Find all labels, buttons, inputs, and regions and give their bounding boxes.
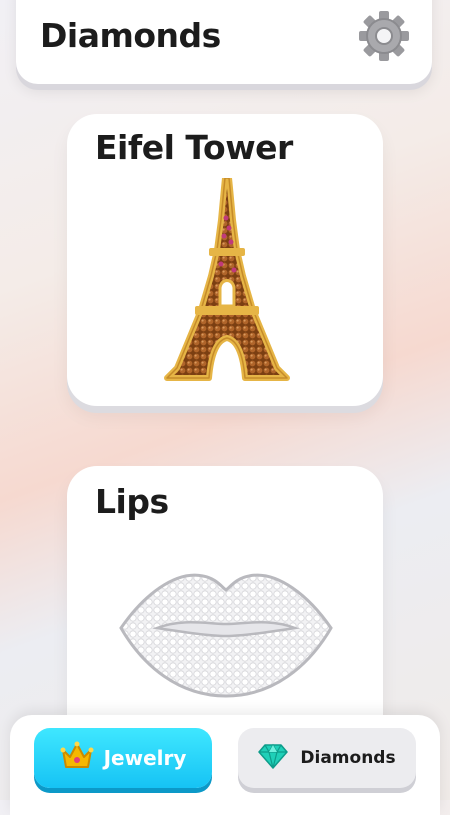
bottom-navigation: Jewelry Diamonds: [10, 715, 440, 815]
page-title: Diamonds: [40, 16, 221, 55]
diamond-icon: [258, 743, 289, 773]
tab-diamonds[interactable]: Diamonds: [238, 728, 416, 788]
eiffel-tower-art: [137, 175, 317, 392]
tab-jewelry-label: Jewelry: [103, 746, 187, 770]
card-title: Eifel Tower: [95, 128, 293, 167]
crown-icon: [60, 741, 94, 775]
tab-diamonds-label: Diamonds: [300, 748, 396, 768]
card-title: Lips: [95, 482, 169, 521]
design-card-eifel-tower[interactable]: Eifel Tower: [67, 114, 383, 406]
top-header: Diamonds: [16, 0, 432, 84]
tab-jewelry[interactable]: Jewelry: [34, 728, 212, 788]
lips-art: [113, 566, 339, 706]
gear-icon[interactable]: [356, 8, 412, 64]
